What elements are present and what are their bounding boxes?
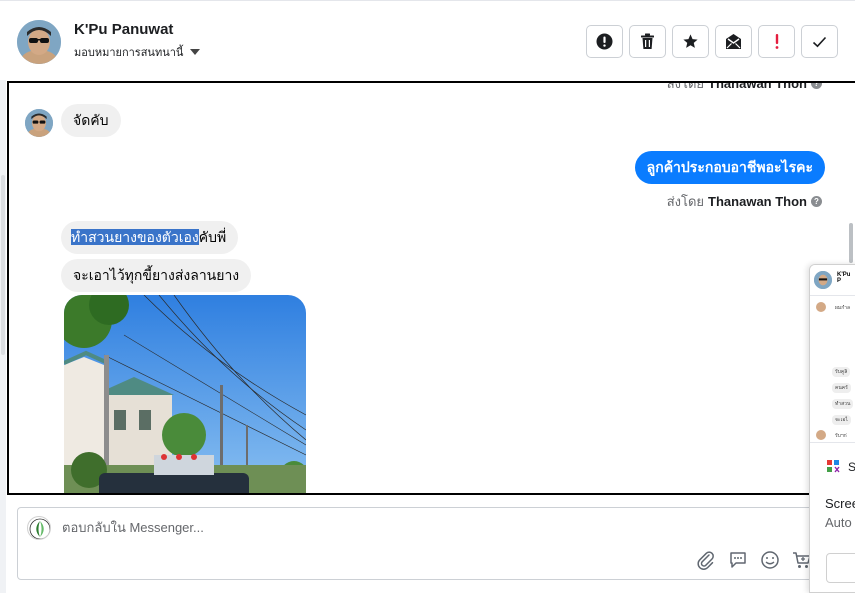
attachment-icon[interactable]: [696, 550, 716, 570]
app-label: S: [848, 460, 855, 474]
incoming-message[interactable]: ทำสวนยางของตัวเองคับพี่: [61, 221, 239, 254]
contact-avatar-small: [25, 109, 53, 137]
assign-label: มอบหมายการสนทนานี้: [74, 47, 184, 59]
envelope-icon: [726, 34, 741, 49]
screenshot-tool-panel[interactable]: K'Pu P ผมกำล รับคูลิ คนครั ทำสวน จะเอไ ร…: [809, 264, 855, 593]
follow-up-button[interactable]: [758, 25, 795, 58]
sent-by-top: ส่งโดย Thanawan Thon ?: [667, 83, 822, 94]
star-button[interactable]: [672, 25, 709, 58]
reply-composer: [17, 507, 817, 580]
star-icon: [683, 34, 698, 48]
contact-name[interactable]: K'Pu Panuwat: [74, 21, 173, 38]
assign-conversation-dropdown[interactable]: มอบหมายการสนทนานี้: [74, 43, 201, 61]
photo-attachment[interactable]: [64, 295, 306, 493]
left-scroll-strip: [0, 80, 6, 593]
thread-scrollbar[interactable]: [849, 223, 853, 263]
outgoing-message[interactable]: ลูกค้าประกอบอาชีพอะไรคะ: [634, 151, 825, 184]
page-avatar: [27, 516, 51, 540]
mini-thread-preview: K'Pu P ผมกำล รับคูลิ คนครั ทำสวน จะเอไ ร…: [810, 265, 855, 443]
incoming-message[interactable]: จัดคับ: [61, 104, 121, 137]
help-icon[interactable]: ?: [811, 196, 822, 207]
composer-actions: [696, 550, 812, 570]
saved-replies-icon[interactable]: [728, 550, 748, 570]
emoji-icon[interactable]: [760, 550, 780, 570]
panel-action-button[interactable]: [826, 553, 855, 583]
snip-tool-icon: [827, 460, 840, 473]
help-icon[interactable]: ?: [811, 83, 822, 89]
mini-avatar: [814, 271, 832, 289]
alert-circle-icon: [596, 33, 613, 50]
sent-by-label: ส่งโดย Thanawan Thon ?: [667, 191, 822, 212]
selected-text: ทำสวนยางของตัวเอง: [71, 229, 199, 245]
contact-avatar[interactable]: [17, 20, 61, 64]
mark-spam-button[interactable]: [586, 25, 623, 58]
delete-button[interactable]: [629, 25, 666, 58]
mini-name: K'Pu P: [837, 272, 851, 284]
reply-input[interactable]: [62, 520, 662, 535]
panel-title: Scree: [825, 496, 855, 511]
check-icon: [812, 36, 827, 47]
conversation-header: K'Pu Panuwat มอบหมายการสนทนานี้: [0, 0, 855, 80]
trash-icon: [641, 33, 654, 49]
mark-unread-button[interactable]: [715, 25, 752, 58]
incoming-message[interactable]: จะเอาไว้ทุกขี้ยางส่งลานยาง: [61, 259, 252, 292]
exclamation-icon: [775, 34, 778, 49]
message-thread[interactable]: ส่งโดย Thanawan Thon ? จัดคับ ลูกค้าประก…: [7, 81, 855, 495]
panel-subtitle: Auto: [825, 515, 852, 530]
inbox-conversation-view: K'Pu Panuwat มอบหมายการสนทนานี้ ส่งโดย T…: [0, 0, 855, 593]
caret-down-icon: [190, 49, 201, 55]
mark-done-button[interactable]: [801, 25, 838, 58]
conversation-toolbar: [586, 25, 838, 58]
